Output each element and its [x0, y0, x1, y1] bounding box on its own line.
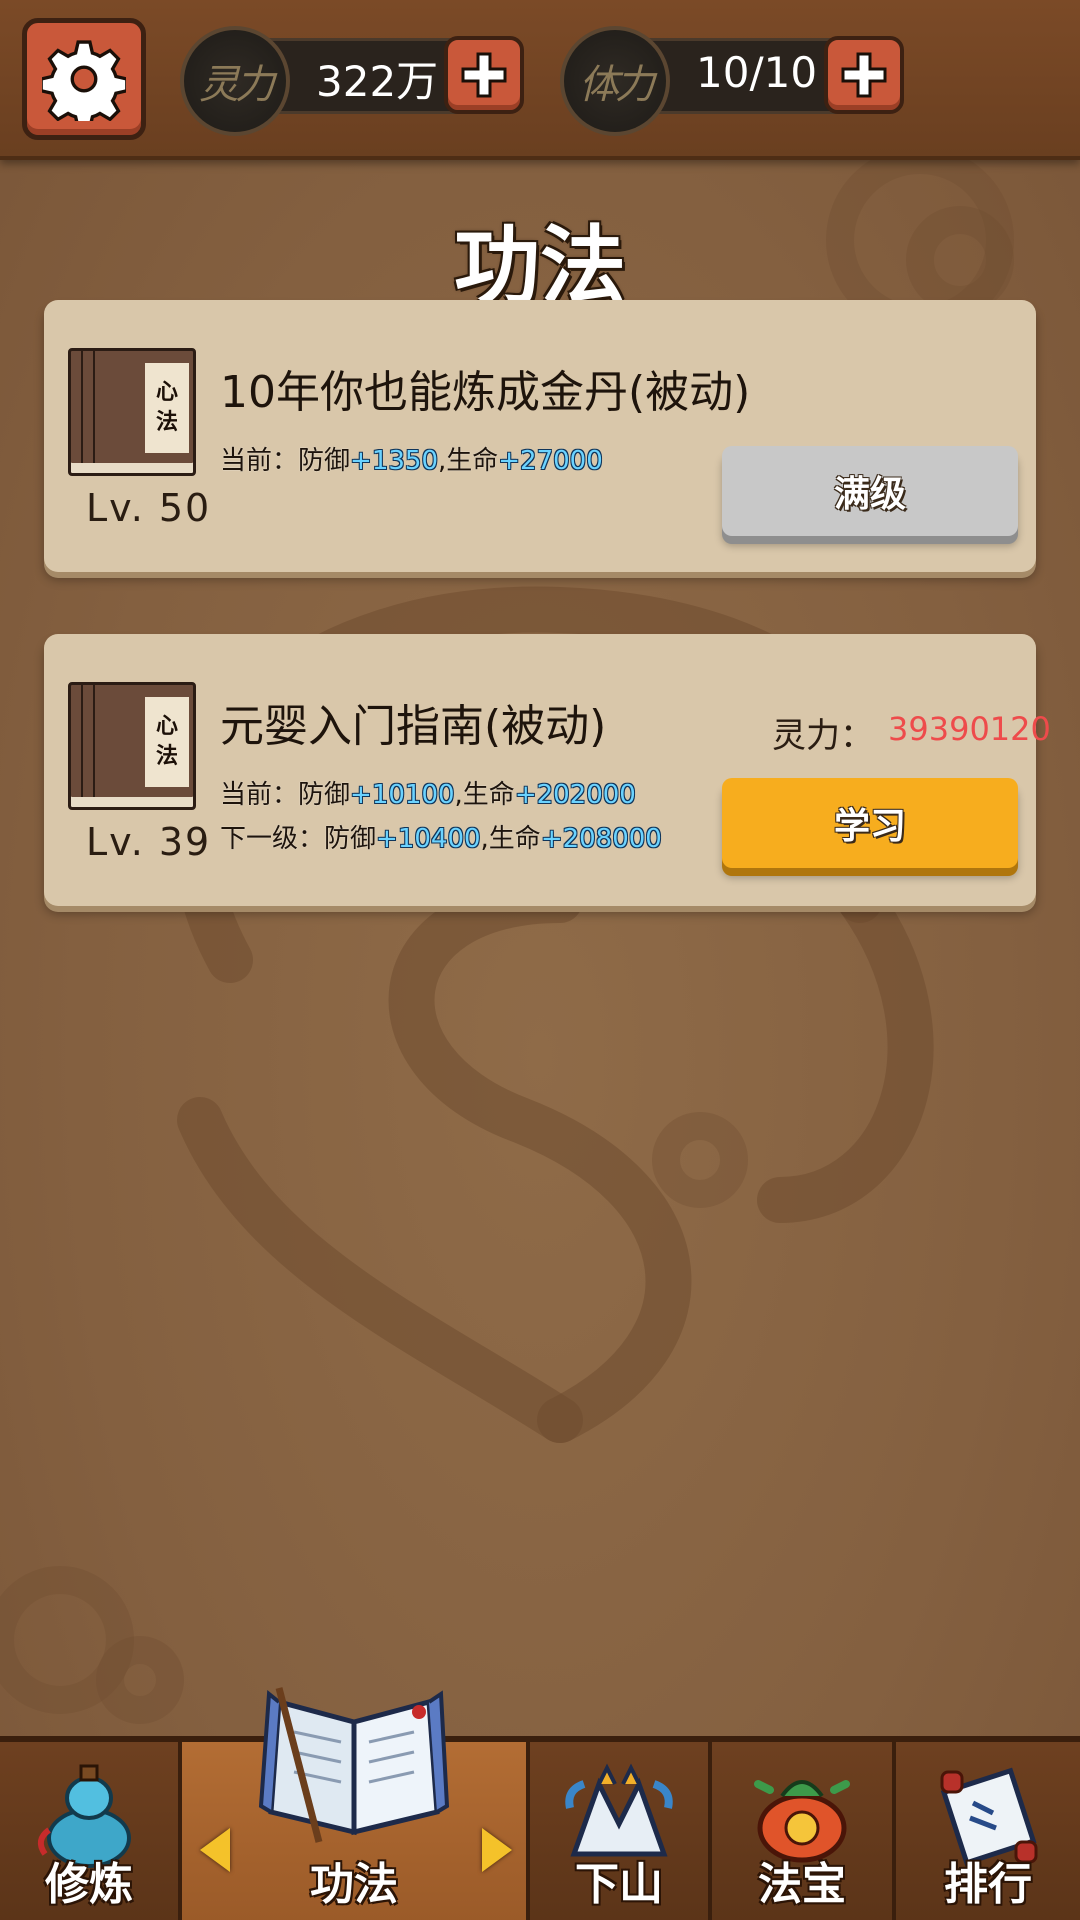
skill-current-stats: 当前：防御+1350,生命+27000	[220, 446, 603, 476]
tab-label: 法宝	[758, 1859, 846, 1910]
tab-skills[interactable]: 功法	[182, 1687, 530, 1920]
tab-cultivate[interactable]: 修炼	[0, 1742, 182, 1920]
skill-current-stats: 当前：防御+10100,生命+202000	[220, 780, 636, 810]
skill-card: 心法 Lv. 50 10年你也能炼成金丹(被动) 当前：防御+1350,生命+2…	[44, 300, 1036, 572]
add-spirit-button[interactable]	[444, 36, 524, 114]
learn-button[interactable]: 学习	[722, 778, 1018, 868]
cost-label: 灵力：	[772, 716, 874, 756]
skill-name: 10年你也能炼成金丹(被动)	[220, 367, 751, 418]
tab-treasure[interactable]: 法宝	[712, 1742, 896, 1920]
plus-icon	[461, 52, 507, 98]
spirit-value: 322万	[316, 57, 439, 106]
max-level-button[interactable]: 满级	[722, 446, 1018, 536]
skill-level: Lv. 39	[86, 820, 212, 864]
tab-label: 修炼	[45, 1859, 133, 1910]
tab-descend[interactable]: 下山	[530, 1742, 712, 1920]
stamina-value: 10/10	[696, 48, 818, 97]
book-label: 心法	[145, 697, 189, 787]
plus-icon	[841, 52, 887, 98]
book-label: 心法	[145, 363, 189, 453]
spirit-emblem: 灵力	[180, 26, 290, 136]
tab-label: 排行	[944, 1859, 1032, 1910]
spirit-resource: 灵力 322万	[180, 26, 530, 136]
settings-button[interactable]	[22, 18, 146, 140]
skill-next-stats: 下一级：防御+10400,生命+208000	[220, 824, 662, 854]
stamina-resource: 体力 10/10	[560, 26, 910, 136]
bottom-nav: 修炼 功法 下山 法宝 排行	[0, 1687, 1080, 1920]
tab-ranking[interactable]: 排行	[896, 1742, 1080, 1920]
skill-card: 心法 Lv. 39 元婴入门指南(被动) 当前：防御+10100,生命+2020…	[44, 634, 1051, 906]
stamina-emblem: 体力	[560, 26, 670, 136]
tab-label: 下山	[575, 1859, 663, 1910]
manual-book-icon: 心法	[68, 348, 196, 476]
skill-name: 元婴入门指南(被动)	[220, 701, 607, 752]
open-book-icon	[258, 1687, 450, 1843]
tab-label: 功法	[310, 1859, 398, 1910]
add-stamina-button[interactable]	[824, 36, 904, 114]
cost-value: 39390120	[888, 710, 1051, 748]
skill-level: Lv. 50	[86, 486, 212, 530]
gear-icon	[42, 40, 126, 121]
manual-book-icon: 心法	[68, 682, 196, 810]
top-bar: 灵力 322万 体力 10/10	[0, 0, 1080, 160]
